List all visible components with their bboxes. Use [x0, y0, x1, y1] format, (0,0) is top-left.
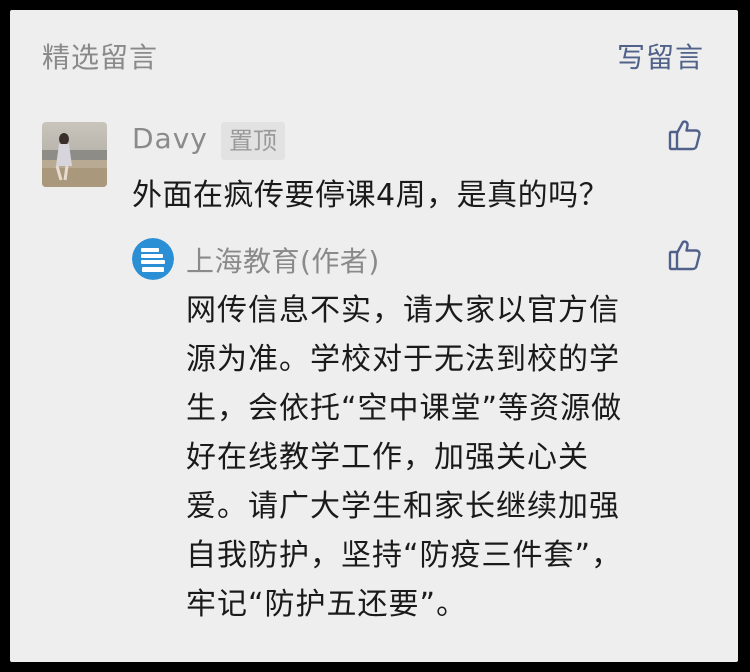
thumbs-up-icon[interactable] — [668, 118, 702, 152]
reply-line: 牢记“防护五还要”。 — [186, 587, 468, 622]
comment-username[interactable]: Davy — [132, 122, 208, 155]
reply-line: 自我防护，坚持“防疫三件套”， — [186, 538, 623, 573]
reply-line: 网传信息不实，请大家以官方信 — [186, 293, 620, 328]
reply-line: 源为准。学校对于无法到校的学 — [186, 342, 620, 377]
reply-line: 好在线教学工作，加强关心关 — [186, 440, 589, 475]
write-comment-button[interactable]: 写留言 — [617, 36, 704, 76]
thumbs-up-icon[interactable] — [668, 238, 702, 272]
author-name[interactable]: 上海教育(作者) — [186, 240, 380, 280]
beach-photo-avatar-image — [42, 122, 107, 187]
author-avatar[interactable] — [132, 238, 174, 280]
shanghai-education-logo-icon — [132, 238, 174, 280]
pinned-badge: 置顶 — [221, 122, 285, 160]
comment-text: 外面在疯传要停课4周，是真的吗？ — [132, 178, 610, 213]
featured-comments-panel: 精选留言 写留言 Davy 置顶 外面在疯传要停课4周，是真的吗？ 上海教育(作… — [10, 10, 738, 662]
reply-line: 爱。请广大学生和家长继续加强 — [186, 489, 620, 524]
author-reply-text: 网传信息不实，请大家以官方信 源为准。学校对于无法到校的学 生，会依托“空中课堂… — [186, 286, 726, 629]
avatar[interactable] — [42, 122, 107, 187]
section-title: 精选留言 — [42, 41, 159, 74]
reply-line: 生，会依托“空中课堂”等资源做 — [186, 391, 623, 426]
